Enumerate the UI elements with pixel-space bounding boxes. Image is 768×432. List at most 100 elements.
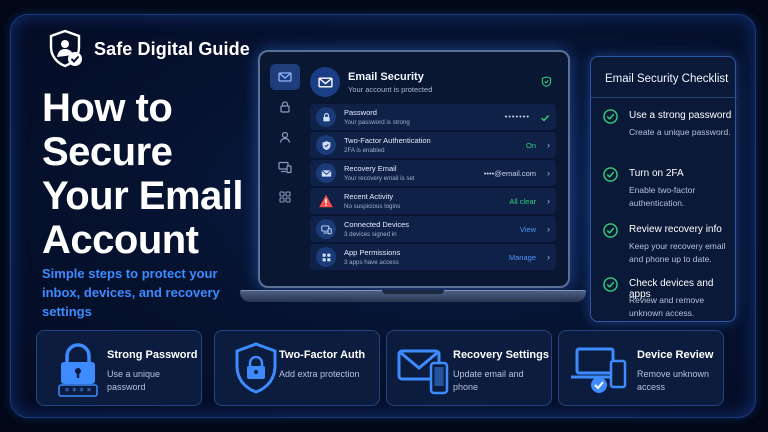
warning-icon	[319, 194, 333, 208]
shield-check-icon	[322, 140, 330, 150]
row-icon	[316, 163, 336, 183]
row-subtitle: Your password is strong	[344, 119, 410, 126]
row-title: Password	[344, 108, 377, 117]
user-icon	[279, 131, 291, 143]
headline-line: Your Email	[42, 174, 243, 218]
mail-icon	[278, 72, 292, 82]
sidebar-item-user[interactable]	[270, 124, 300, 150]
sidebar-item-mail[interactable]	[270, 64, 300, 90]
checklist-item-desc: Create a unique password.	[629, 127, 731, 137]
shield-check-icon	[541, 76, 552, 87]
envelope-phone-icon	[397, 349, 449, 395]
headline-line: Secure	[42, 130, 173, 174]
card-strong-password: * * * * Strong Password Use a unique pas…	[36, 330, 202, 406]
row-subtitle: Your recovery email is set	[344, 175, 415, 182]
row-icon	[316, 247, 336, 267]
row-subtitle: No suspicious logins	[344, 203, 401, 210]
lock-icon	[280, 101, 290, 113]
subtitle: Simple steps to protect your inbox, devi…	[42, 266, 220, 319]
chevron-right-icon: ›	[547, 196, 550, 206]
checklist-item-title: Turn on 2FA	[629, 168, 684, 179]
mail-icon	[317, 77, 333, 87]
card-desc: Update email and phone	[453, 369, 524, 392]
row-subtitle: 3 apps have access	[344, 259, 399, 266]
check-circle-icon	[603, 223, 618, 238]
laptop-notch	[382, 290, 444, 294]
card-two-factor: Two-Factor Auth Add extra protection	[214, 330, 380, 406]
manage-link[interactable]: Manage	[509, 253, 536, 262]
checklist-title: Email Security Checklist	[605, 73, 729, 85]
devices-icon	[278, 161, 292, 174]
row-icon	[316, 107, 336, 127]
padlock-password-icon: * * * *	[58, 343, 98, 397]
row-icon	[316, 135, 336, 155]
brand: Safe Digital Guide	[44, 28, 250, 70]
row-title: App Permissions	[344, 248, 401, 257]
row-title: Two-Factor Authentication	[344, 136, 431, 145]
check-circle-icon	[603, 109, 618, 124]
checklist-item-title: Review recovery info	[629, 224, 722, 235]
brand-name: Safe Digital Guide	[94, 38, 250, 59]
card-device-review: Device Review Remove unknown access	[558, 330, 724, 406]
headline: How to Secure Your Email Account	[42, 86, 257, 262]
devices-icon	[320, 224, 332, 234]
row-title: Recovery Email	[344, 164, 397, 173]
grid-icon	[322, 253, 330, 261]
checklist-item-title: Use a strong password	[629, 110, 732, 121]
chevron-right-icon: ›	[547, 168, 550, 178]
sidebar-item-apps[interactable]	[270, 184, 300, 210]
settings-row-app-permissions[interactable]: App Permissions 3 apps have access Manag…	[310, 244, 556, 270]
app-sidebar	[270, 64, 302, 276]
check-circle-icon	[603, 167, 618, 182]
row-icon	[316, 191, 336, 211]
row-title: Recent Activity	[344, 192, 394, 201]
chevron-right-icon: ›	[547, 140, 550, 150]
card-title: Two-Factor Auth	[279, 349, 366, 361]
check-circle-icon	[603, 277, 618, 292]
settings-row-recovery-email[interactable]: Recovery Email Your recovery email is se…	[310, 160, 556, 186]
svg-text:* * * *: * * * *	[65, 387, 92, 397]
checklist-item-desc: Review and remove unknown access.	[629, 295, 705, 318]
app-header-subtitle: Your account is protected	[348, 84, 433, 94]
mail-icon	[321, 169, 331, 177]
card-title: Strong Password	[107, 349, 198, 361]
check-icon	[541, 115, 550, 122]
app-header-title: Email Security	[348, 70, 424, 83]
row-value: ••••@email.com	[483, 169, 536, 178]
row-subtitle: 2FA is enabled	[344, 147, 385, 154]
settings-list: Password Your password is strong •••••••…	[310, 104, 556, 270]
card-title: Recovery Settings	[453, 349, 549, 361]
row-value: On	[525, 141, 536, 150]
settings-row-password[interactable]: Password Your password is strong •••••••	[310, 104, 556, 130]
chevron-right-icon: ›	[547, 252, 550, 262]
checklist-item-desc: Keep your recovery email and phone up to…	[629, 241, 726, 264]
app-main: Email Security Your account is protected…	[310, 64, 556, 272]
shield-lock-icon	[235, 342, 277, 394]
settings-row-devices[interactable]: Connected Devices 3 devices signed in Vi…	[310, 216, 556, 242]
settings-row-2fa[interactable]: Two-Factor Authentication 2FA is enabled…	[310, 132, 556, 158]
laptop-phone-check-icon	[571, 347, 627, 393]
sidebar-item-devices[interactable]	[270, 154, 300, 180]
divider	[591, 97, 737, 98]
grid-icon	[279, 191, 291, 203]
password-mask: •••••••	[504, 112, 530, 121]
headline-line: Account	[42, 218, 199, 262]
header-mail-icon	[310, 67, 340, 97]
shield-user-check-icon	[49, 29, 82, 68]
row-subtitle: 3 devices signed in	[344, 231, 397, 238]
card-desc: Add extra protection	[279, 369, 360, 379]
sidebar-item-lock[interactable]	[270, 94, 300, 120]
settings-row-activity[interactable]: Recent Activity No suspicious logins All…	[310, 188, 556, 214]
app-header: Email Security Your account is protected	[310, 64, 556, 100]
row-title: Connected Devices	[344, 220, 410, 229]
chevron-right-icon: ›	[547, 224, 550, 234]
card-desc: Use a unique password	[107, 369, 161, 392]
row-value: All clear	[509, 197, 536, 206]
view-link[interactable]: View	[520, 225, 536, 234]
row-icon	[316, 219, 336, 239]
headline-line: How to	[42, 86, 173, 130]
card-title: Device Review	[637, 349, 714, 361]
card-recovery-settings: Recovery Settings Update email and phone	[386, 330, 552, 406]
checklist-item-desc: Enable two-factor authentication.	[629, 185, 696, 208]
security-checklist: Email Security Checklist Use a strong pa…	[590, 56, 737, 322]
